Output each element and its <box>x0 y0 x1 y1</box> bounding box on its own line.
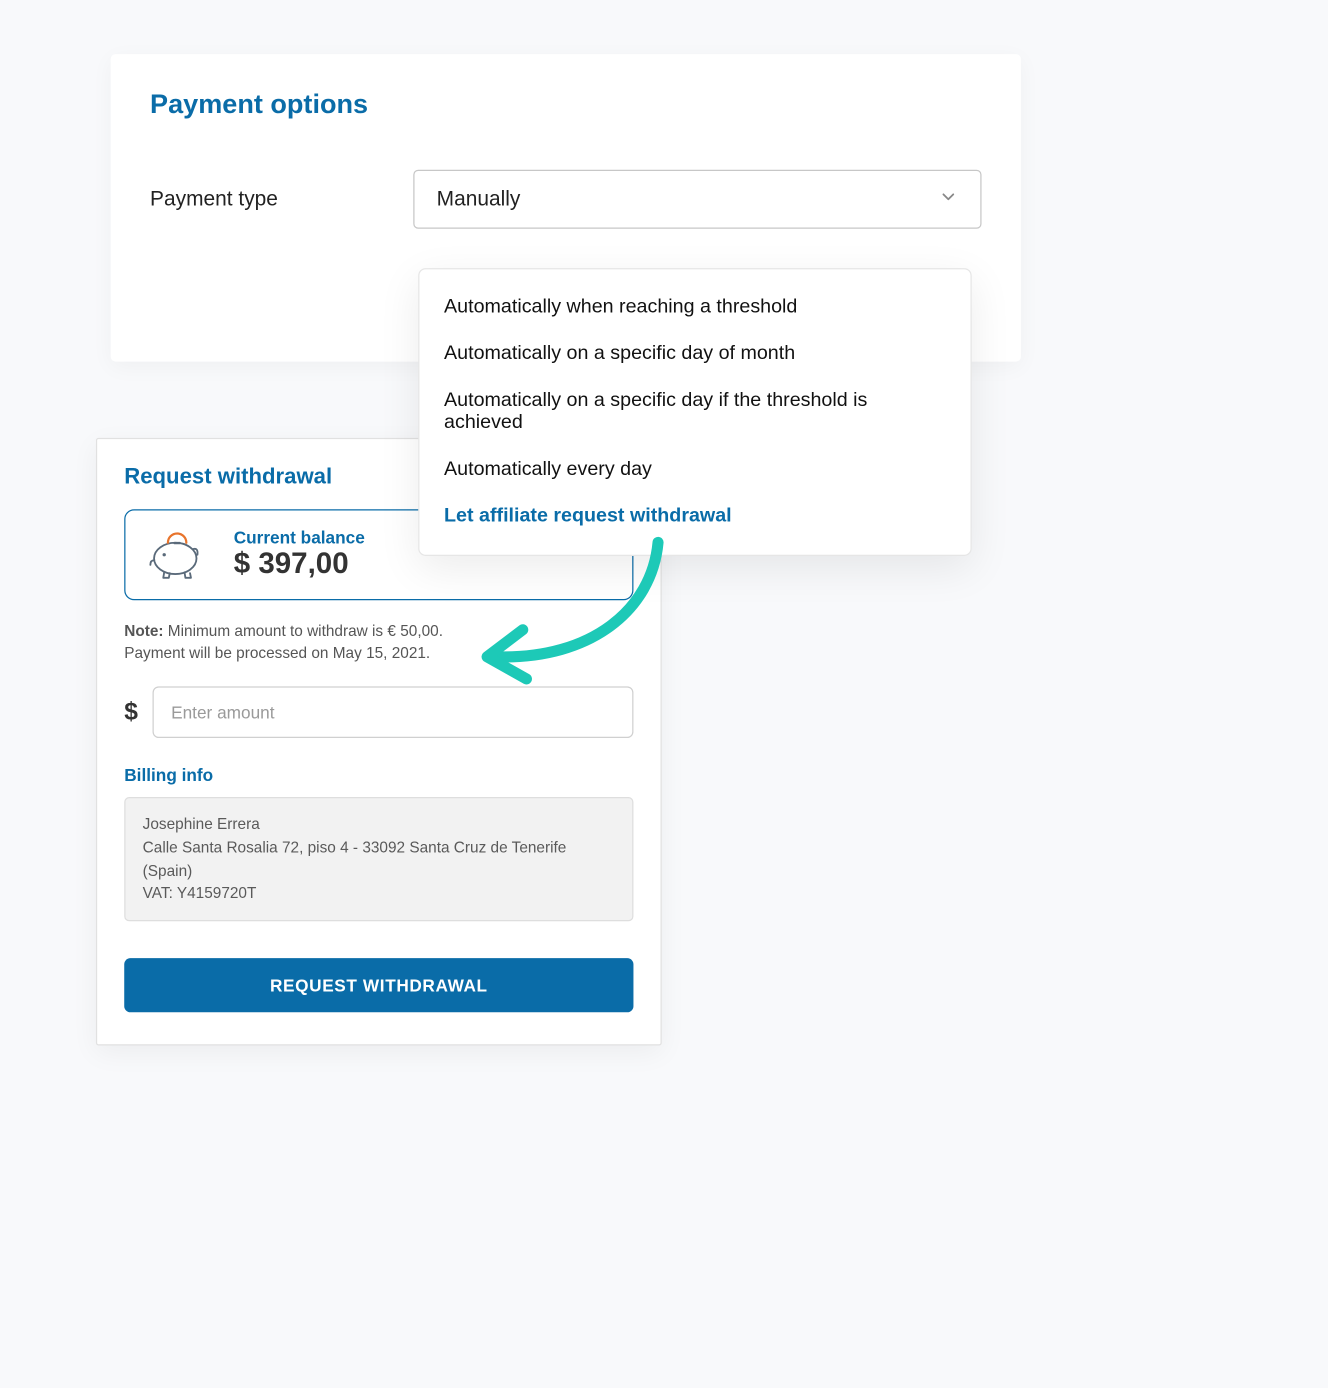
currency-symbol: $ <box>124 698 138 726</box>
chevron-down-icon <box>938 186 958 212</box>
billing-info-box: Josephine Errera Calle Santa Rosalia 72,… <box>124 797 633 921</box>
current-balance-label: Current balance <box>234 528 365 548</box>
dropdown-option-day-of-month[interactable]: Automatically on a specific day of month <box>419 331 970 378</box>
payment-type-selected-value: Manually <box>437 187 521 212</box>
current-balance-amount: $ 397,00 <box>234 547 365 581</box>
dropdown-option-every-day[interactable]: Automatically every day <box>419 446 970 493</box>
billing-info-title: Billing info <box>124 765 633 785</box>
amount-row: $ <box>124 686 633 738</box>
billing-address: Calle Santa Rosalia 72, piso 4 - 33092 S… <box>143 836 615 882</box>
withdraw-amount-input[interactable] <box>153 686 634 738</box>
billing-name: Josephine Errera <box>143 813 615 836</box>
note-body: Minimum amount to withdraw is € 50,00. <box>164 622 443 639</box>
dropdown-option-day-if-threshold[interactable]: Automatically on a specific day if the t… <box>419 378 970 447</box>
minimum-withdraw-note: Note: Minimum amount to withdraw is € 50… <box>124 622 633 639</box>
payment-type-label: Payment type <box>150 187 384 212</box>
request-withdrawal-button[interactable]: REQUEST WITHDRAWAL <box>124 958 633 1012</box>
piggy-bank-icon <box>148 528 207 582</box>
dropdown-option-threshold[interactable]: Automatically when reaching a threshold <box>419 284 970 331</box>
balance-texts: Current balance $ 397,00 <box>234 528 365 582</box>
payment-type-row: Payment type Manually <box>150 170 981 229</box>
payment-processed-text: Payment will be processed on May 15, 202… <box>124 645 633 662</box>
payment-options-title: Payment options <box>150 89 981 121</box>
note-label: Note: <box>124 622 163 639</box>
payment-type-select[interactable]: Manually <box>413 170 981 229</box>
dropdown-option-affiliate-request[interactable]: Let affiliate request withdrawal <box>419 493 970 540</box>
payment-type-dropdown: Automatically when reaching a threshold … <box>418 268 972 556</box>
billing-vat: VAT: Y4159720T <box>143 882 615 905</box>
